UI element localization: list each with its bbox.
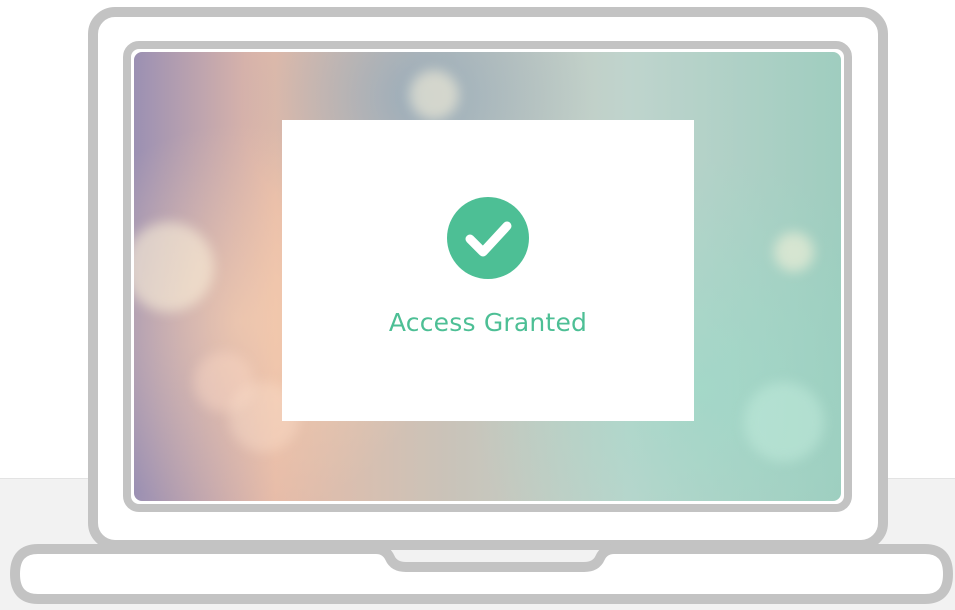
- bokeh-light: [774, 232, 814, 272]
- laptop-base: [10, 544, 953, 604]
- bokeh-light: [744, 382, 824, 462]
- check-circle-icon: [447, 197, 529, 279]
- status-message: Access Granted: [388, 308, 588, 337]
- access-dialog: Access Granted: [282, 120, 694, 421]
- bokeh-light: [134, 222, 214, 312]
- bokeh-light: [409, 70, 459, 120]
